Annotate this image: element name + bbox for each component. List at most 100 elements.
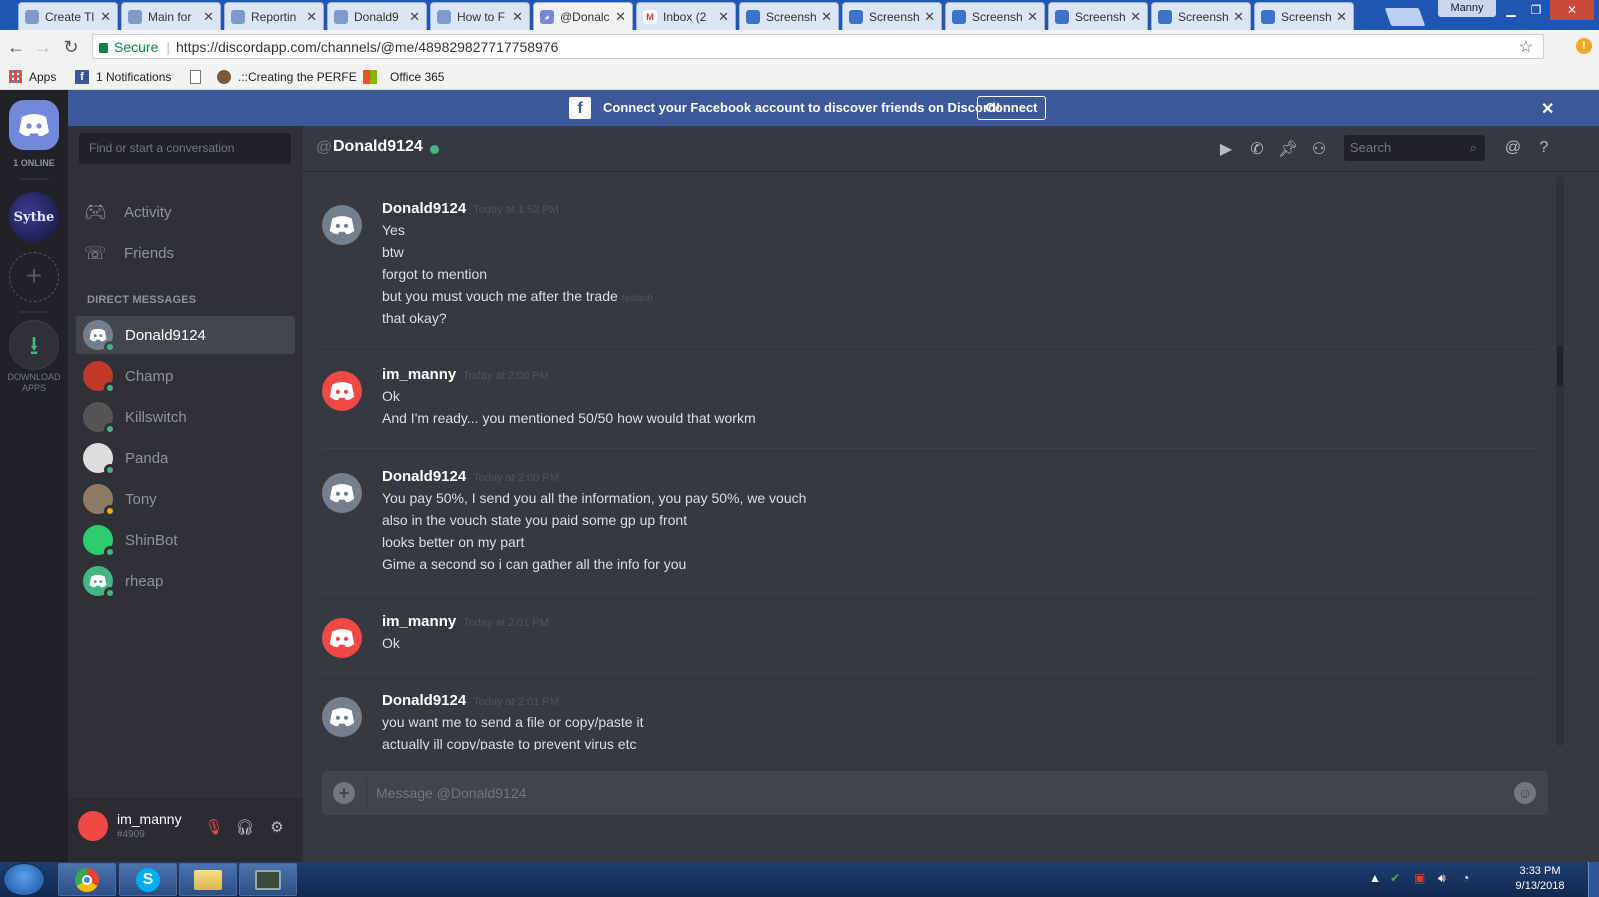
bookmark-notifications[interactable]: f 1 Notifications xyxy=(75,68,171,85)
browser-tab[interactable]: M Inbox (2 ✕ xyxy=(636,2,736,30)
close-tab-icon[interactable]: ✕ xyxy=(203,9,214,25)
start-button[interactable] xyxy=(3,863,45,896)
browser-tab[interactable]: Create Tl ✕ xyxy=(18,2,118,30)
settings-gear-icon[interactable]: ⚙ xyxy=(267,818,287,836)
dm-search-input[interactable]: Find or start a conversation xyxy=(79,133,291,164)
bookmark-office[interactable]: Office 365 xyxy=(363,68,444,85)
reload-button[interactable]: ↻ xyxy=(60,36,82,58)
tray-sync-icon[interactable]: ✔ xyxy=(1390,871,1400,885)
volume-icon[interactable]: 🔊︎ xyxy=(1438,871,1446,886)
close-tab-icon[interactable]: ✕ xyxy=(100,9,111,25)
video-call-icon[interactable]: ▶ xyxy=(1215,139,1237,159)
close-tab-icon[interactable]: ✕ xyxy=(512,9,523,25)
user-avatar[interactable] xyxy=(78,811,108,841)
close-tab-icon[interactable]: ✕ xyxy=(409,9,420,25)
dm-item-shinbot[interactable]: ShinBot xyxy=(76,521,295,559)
voice-call-icon[interactable]: ✆ xyxy=(1246,139,1268,159)
browser-tab[interactable]: Main for ✕ xyxy=(121,2,221,30)
close-tab-icon[interactable]: ✕ xyxy=(1027,9,1038,25)
bookmark-creating[interactable]: .::Creating the PERFE xyxy=(217,68,357,85)
tray-expand-icon[interactable]: ▲ xyxy=(1369,871,1381,885)
maximize-button[interactable]: ❐ xyxy=(1524,0,1548,20)
avatar[interactable] xyxy=(322,205,362,245)
avatar[interactable] xyxy=(322,473,362,513)
message-author[interactable]: im_manny Today at 2:00 PM xyxy=(382,366,549,383)
omnibox[interactable]: Secure | https://discordapp.com/channels… xyxy=(92,34,1544,59)
avatar[interactable] xyxy=(322,697,362,737)
message-author[interactable]: Donald9124 Today at 2:00 PM xyxy=(382,468,559,485)
dm-item-panda[interactable]: Panda xyxy=(76,439,295,477)
browser-tab[interactable]: How to F ✕ xyxy=(430,2,530,30)
nav-activity[interactable]: 🎮︎ Activity xyxy=(76,192,295,232)
back-button[interactable]: ← xyxy=(5,36,27,58)
avatar[interactable] xyxy=(322,371,362,411)
dm-item-champ[interactable]: Champ xyxy=(76,357,295,395)
dm-item-tony[interactable]: Tony xyxy=(76,480,295,518)
add-server-button[interactable]: + xyxy=(9,252,59,302)
close-tab-icon[interactable]: ✕ xyxy=(821,9,832,25)
connect-button[interactable]: Connect xyxy=(977,96,1046,120)
browser-tab[interactable]: Screensh ✕ xyxy=(1151,2,1251,30)
message-text: forgot to mention xyxy=(382,266,488,282)
message-author[interactable]: Donald9124 Today at 1:52 PM xyxy=(382,200,559,217)
add-friend-icon[interactable]: ⚇ xyxy=(1308,139,1330,159)
chat-header: @ Donald9124 ▶ ✆ 📌︎ ⚇ Search ⌕ @ ? xyxy=(303,126,1599,172)
scrollbar-track[interactable] xyxy=(1556,176,1564,746)
mentions-icon[interactable]: @ xyxy=(1502,139,1524,157)
nav-friends[interactable]: ☏ Friends xyxy=(76,233,295,273)
download-apps-button[interactable]: ⭳ xyxy=(9,320,59,370)
scrollbar-thumb[interactable] xyxy=(1557,346,1563,386)
taskbar-explorer[interactable] xyxy=(179,863,237,896)
message-author[interactable]: Donald9124 Today at 2:01 PM xyxy=(382,692,559,709)
browser-tab-active[interactable]: ◕ @Donalc ✕ xyxy=(533,2,633,30)
browser-tab[interactable]: Screensh ✕ xyxy=(739,2,839,30)
close-tab-icon[interactable]: ✕ xyxy=(718,9,729,25)
help-icon[interactable]: ? xyxy=(1533,139,1555,157)
discord-home-button[interactable] xyxy=(9,100,59,150)
minimize-button[interactable]: ▁ xyxy=(1499,0,1523,20)
bookmark-apps[interactable]: Apps xyxy=(9,68,56,85)
headphones-icon[interactable]: 🎧︎ xyxy=(235,818,255,836)
avatar[interactable] xyxy=(322,618,362,658)
message-author[interactable]: im_manny Today at 2:01 PM xyxy=(382,613,549,630)
browser-tab[interactable]: Screensh ✕ xyxy=(842,2,942,30)
screenshot-icon xyxy=(746,9,760,24)
browser-tab[interactable]: Donald9 ✕ xyxy=(327,2,427,30)
close-tab-icon[interactable]: ✕ xyxy=(1233,9,1244,25)
close-tab-icon[interactable]: ✕ xyxy=(924,9,935,25)
dm-item-rheap[interactable]: rheap xyxy=(76,562,295,600)
browser-tab[interactable]: Screensh ✕ xyxy=(945,2,1045,30)
browser-tab[interactable]: Reportin ✕ xyxy=(224,2,324,30)
close-tab-icon[interactable]: ✕ xyxy=(1130,9,1141,25)
extension-icon[interactable]: ! xyxy=(1576,38,1592,54)
tray-app-icon[interactable]: ◔ xyxy=(1462,871,1469,885)
new-tab-button[interactable] xyxy=(1384,8,1426,26)
browser-tab[interactable]: Screensh ✕ xyxy=(1254,2,1354,30)
upload-plus-icon[interactable]: + xyxy=(333,782,355,804)
close-banner-icon[interactable]: ✕ xyxy=(1541,99,1554,119)
bookmark-page[interactable] xyxy=(190,68,208,85)
dm-item-donald9124[interactable]: Donald9124 xyxy=(76,316,295,354)
close-tab-icon[interactable]: ✕ xyxy=(306,9,317,25)
search-input[interactable]: Search ⌕ xyxy=(1344,135,1485,161)
tray-network-icon[interactable]: ▣ xyxy=(1414,871,1425,885)
message-composer[interactable]: + Message @Donald9124 ☺ xyxy=(322,771,1548,815)
dm-item-killswitch[interactable]: Killswitch xyxy=(76,398,295,436)
message-input[interactable]: Message @Donald9124 xyxy=(376,771,526,815)
taskbar-app[interactable] xyxy=(239,863,297,896)
forward-button[interactable]: → xyxy=(32,36,54,58)
browser-tab[interactable]: Screensh ✕ xyxy=(1048,2,1148,30)
close-window-button[interactable]: ✕ xyxy=(1550,0,1594,20)
mute-microphone-icon[interactable]: 🎙︎ xyxy=(204,818,224,836)
show-desktop-button[interactable] xyxy=(1588,862,1599,897)
taskbar-chrome[interactable] xyxy=(58,863,116,896)
taskbar-skype[interactable]: S xyxy=(119,863,177,896)
profile-badge[interactable]: Manny xyxy=(1438,0,1496,17)
bookmark-star-icon[interactable]: ☆ xyxy=(1519,37,1533,57)
close-tab-icon[interactable]: ✕ xyxy=(1336,9,1347,25)
emoji-icon[interactable]: ☺ xyxy=(1514,782,1536,804)
pin-icon[interactable]: 📌︎ xyxy=(1277,139,1299,159)
server-sythe[interactable]: Sythe xyxy=(9,192,59,242)
system-clock[interactable]: 3:33 PM 9/13/2018 xyxy=(1505,864,1575,894)
close-tab-icon[interactable]: ✕ xyxy=(615,9,626,25)
